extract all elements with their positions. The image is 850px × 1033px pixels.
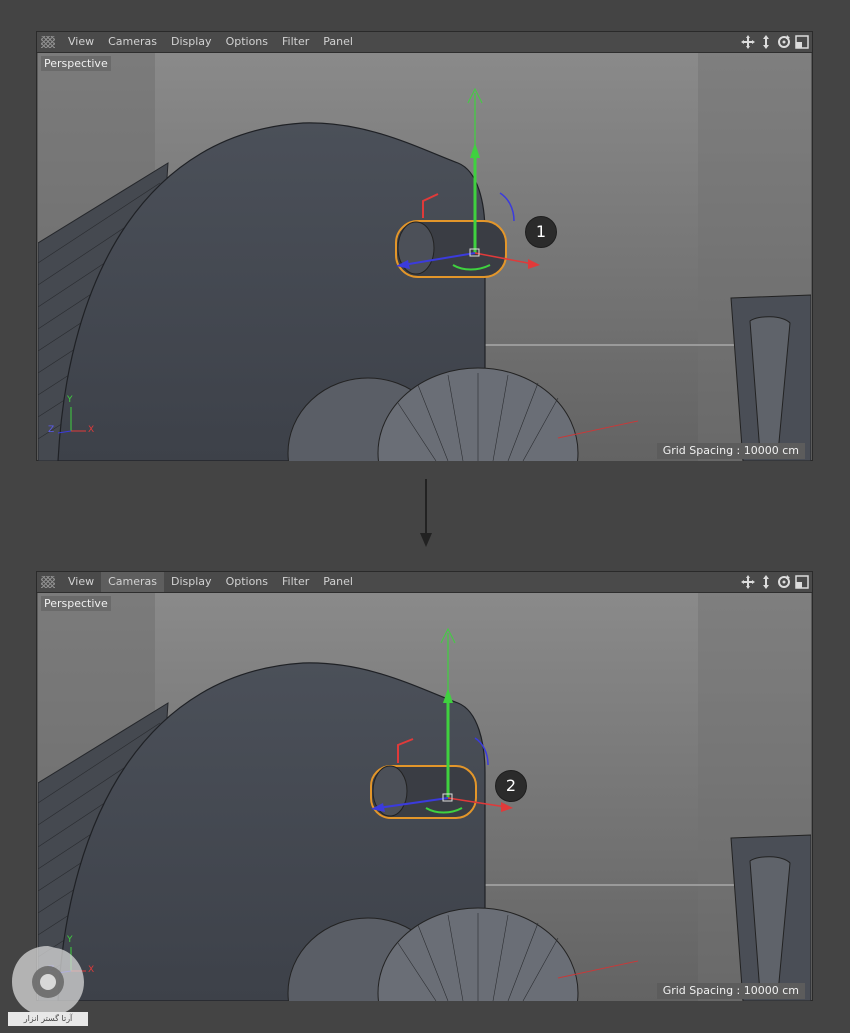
zoom-view-icon[interactable]	[758, 34, 774, 50]
move-view-icon[interactable]	[740, 34, 756, 50]
menu-panel[interactable]: Panel	[316, 572, 360, 592]
viewport-top[interactable]: View Cameras Display Options Filter Pane…	[36, 31, 813, 461]
panel-grip-icon[interactable]	[41, 36, 55, 48]
menu-panel[interactable]: Panel	[316, 32, 360, 52]
menu-view[interactable]: View	[61, 32, 101, 52]
scene-render	[38, 593, 811, 1001]
view-navigation	[740, 574, 810, 590]
3d-scene[interactable]: Y Z X Perspective Grid Spacing : 10000 c…	[38, 53, 811, 461]
axis-z-label: Z	[48, 425, 55, 435]
menu-display[interactable]: Display	[164, 572, 219, 592]
viewport-menubar: View Cameras Display Options Filter Pane…	[37, 32, 812, 53]
arrow-down-icon	[420, 479, 432, 547]
axis-x-label: X	[88, 425, 95, 435]
viewport-bottom[interactable]: View Cameras Display Options Filter Pane…	[36, 571, 813, 1001]
scene-render	[38, 53, 811, 461]
move-view-icon[interactable]	[740, 574, 756, 590]
step-marker-1: 1	[525, 216, 557, 248]
menu-options[interactable]: Options	[219, 32, 275, 52]
camera-label[interactable]: Perspective	[41, 596, 111, 611]
zoom-view-icon[interactable]	[758, 574, 774, 590]
panel-grip-icon[interactable]	[41, 576, 55, 588]
menu-options[interactable]: Options	[219, 572, 275, 592]
rotate-view-icon[interactable]	[776, 574, 792, 590]
viewport-menubar: View Cameras Display Options Filter Pane…	[37, 572, 812, 593]
axis-y-label: Y	[67, 395, 73, 405]
rotate-view-icon[interactable]	[776, 34, 792, 50]
maximize-view-icon[interactable]	[794, 574, 810, 590]
step-marker-2: 2	[495, 770, 527, 802]
grid-spacing-label: Grid Spacing : 10000 cm	[656, 983, 805, 999]
menu-display[interactable]: Display	[164, 32, 219, 52]
view-navigation	[740, 34, 810, 50]
grid-spacing-label: Grid Spacing : 10000 cm	[656, 443, 805, 459]
menu-cameras[interactable]: Cameras	[101, 32, 164, 52]
menu-filter[interactable]: Filter	[275, 32, 316, 52]
watermark-text: آرتا گستر انزار	[8, 1012, 88, 1026]
maximize-view-icon[interactable]	[794, 34, 810, 50]
menu-view[interactable]: View	[61, 572, 101, 592]
menu-cameras[interactable]: Cameras	[101, 572, 165, 592]
camera-label[interactable]: Perspective	[41, 56, 111, 71]
3d-scene[interactable]: Y Z X Perspective Grid Spacing : 10000 c…	[38, 593, 811, 1001]
menu-filter[interactable]: Filter	[275, 572, 316, 592]
